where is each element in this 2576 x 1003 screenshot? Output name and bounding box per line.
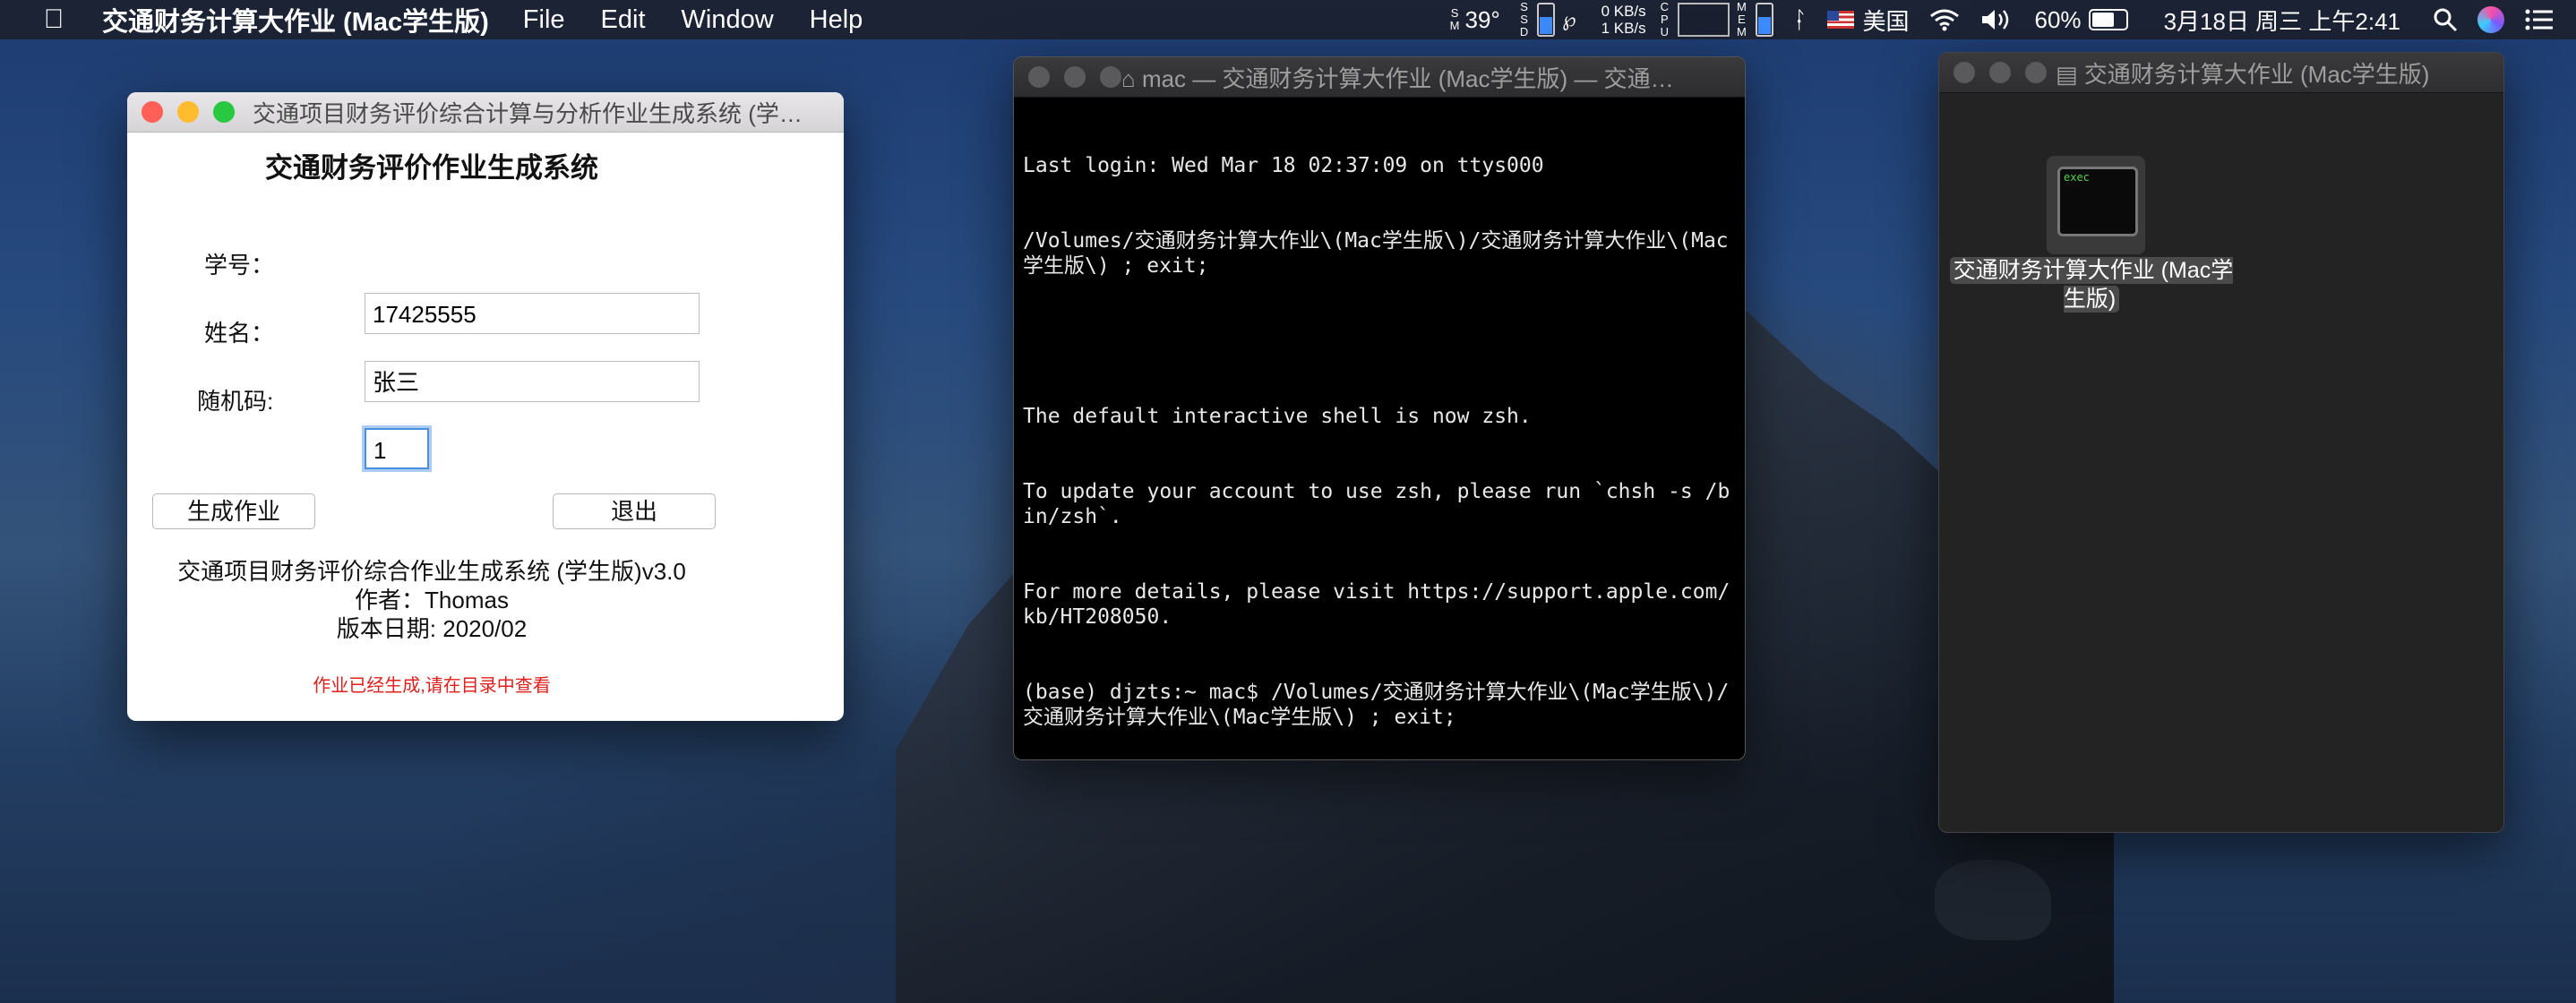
notification-center-icon[interactable] <box>2524 8 2555 31</box>
wallpaper-rock <box>1935 860 2051 940</box>
terminal-title-text: mac — 交通财务计算大作业 (Mac学生版) — 交通… <box>1141 64 1674 92</box>
disk-usage-bar <box>1537 3 1556 37</box>
finder-minimize-button[interactable] <box>1989 62 2011 83</box>
battery-status[interactable]: 60% <box>2035 6 2128 34</box>
menu-file[interactable]: File <box>523 5 565 35</box>
sensor-icon: SM <box>1449 6 1460 32</box>
app-window-title: 交通项目财务评价综合计算与分析作业生成系统 (学… <box>253 99 803 127</box>
volume-icon[interactable] <box>1979 7 2015 32</box>
sensor-status[interactable]: SM 39° <box>1450 6 1500 34</box>
cpu-label: CPU <box>1660 0 1670 39</box>
clock[interactable]: 3月18日 周三 上午2:41 <box>2164 4 2400 37</box>
minimize-button[interactable] <box>177 101 199 123</box>
bluetooth-icon[interactable]: ᛛ <box>1793 6 1807 34</box>
exec-file-label[interactable]: 交通财务计算大作业 (Mac学生版) <box>1948 256 2235 313</box>
input-source-label: 美国 <box>1862 7 1910 35</box>
temperature-readout: 39° <box>1464 5 1500 33</box>
disk-icon: ▤ <box>2056 60 2084 88</box>
battery-percent: 60% <box>2034 5 2082 33</box>
generate-button[interactable]: 生成作业 <box>152 493 315 529</box>
home-icon: ⌂ <box>1121 64 1142 92</box>
terminal-line: /Volumes/交通财务计算大作业\(Mac学生版\)/交通财务计算大作业\(… <box>1023 229 1729 278</box>
terminal-zoom-button[interactable] <box>1100 66 1121 88</box>
random-code-label: 随机码: <box>197 388 274 415</box>
app-heading: 交通财务评价作业生成系统 <box>265 152 598 184</box>
zoom-button[interactable] <box>213 101 235 123</box>
status-message: 作业已经生成,请在目录中查看 <box>313 676 551 696</box>
info-date: 版本日期: 2020/02 <box>336 615 528 642</box>
exec-file-icon: exec <box>2057 167 2138 236</box>
input-source[interactable]: 美国 <box>1826 4 1910 37</box>
terminal-title: ⌂ mac — 交通财务计算大作业 (Mac学生版) — 交通… <box>1121 61 1736 94</box>
network-speed[interactable]: 0 KB/s 1 KB/s CPU MEM <box>1601 1 1773 39</box>
exec-file-item[interactable]: exec <box>2047 156 2145 254</box>
terminal-line: (base) djzts:~ mac$ /Volumes/交通财务计算大作业\(… <box>1023 681 1730 729</box>
memory-bar <box>1755 3 1773 37</box>
name-field[interactable]: 张三 <box>365 361 700 402</box>
terminal-line: Last login: Wed Mar 18 02:37:09 on ttys0… <box>1023 154 1544 177</box>
cpu-graph <box>1678 3 1730 37</box>
terminal-line: The default interactive shell is now zsh… <box>1023 405 1532 428</box>
exec-icon-text: exec <box>2064 171 2090 184</box>
menu-help[interactable]: Help <box>810 5 863 35</box>
name-label: 姓名： <box>204 320 275 347</box>
exit-button[interactable]: 退出 <box>553 493 716 529</box>
terminal-minimize-button[interactable] <box>1064 66 1086 88</box>
menu-edit[interactable]: Edit <box>601 5 646 35</box>
terminal-window: ⌂ mac — 交通财务计算大作业 (Mac学生版) — 交通… Last lo… <box>1013 56 1746 760</box>
spotlight-search-icon[interactable] <box>2433 7 2458 32</box>
finder-titlebar[interactable]: ▤ 交通财务计算大作业 (Mac学生版) <box>1939 53 2503 93</box>
app-titlebar[interactable]: 交通项目财务评价综合计算与分析作业生成系统 (学… <box>127 92 844 133</box>
finder-title-text: 交通财务计算大作业 (Mac学生版) <box>2083 60 2430 88</box>
menu-bar:  交通财务计算大作业 (Mac学生版) File Edit Window He… <box>0 0 2576 39</box>
siri-icon[interactable] <box>2477 6 2504 33</box>
random-code-field[interactable]: 1 <box>365 428 429 469</box>
mem-label: MEM <box>1737 0 1747 39</box>
menu-app-name[interactable]: 交通财务计算大作业 (Mac学生版) <box>102 1 489 39</box>
finder-zoom-button[interactable] <box>2025 62 2047 83</box>
exec-file-name: 交通财务计算大作业 (Mac学生版) <box>1949 257 2234 313</box>
info-title: 交通项目财务评价综合作业生成系统 (学生版)v3.0 <box>177 558 686 585</box>
us-flag-icon <box>1826 11 1854 29</box>
sleep-icon: ℘ <box>1562 8 1576 30</box>
terminal-close-button[interactable] <box>1028 66 1050 88</box>
close-button[interactable] <box>142 101 163 123</box>
battery-icon <box>2088 9 2128 30</box>
wifi-icon[interactable] <box>1929 8 1960 31</box>
homework-generator-window: 交通项目财务评价综合计算与分析作业生成系统 (学… 交通财务评价作业生成系统 学… <box>127 92 844 721</box>
version-info: 交通项目财务评价综合作业生成系统 (学生版)v3.0 作者：Thomas 版本日… <box>127 557 736 643</box>
terminal-titlebar[interactable]: ⌂ mac — 交通财务计算大作业 (Mac学生版) — 交通… <box>1014 57 1745 98</box>
ssd-icon: SSD <box>1519 0 1529 39</box>
student-id-label: 学号： <box>204 252 275 279</box>
finder-title: ▤ 交通财务计算大作业 (Mac学生版) <box>2056 56 2494 90</box>
net-up: 0 KB/s <box>1601 3 1646 20</box>
menu-window[interactable]: Window <box>682 5 774 35</box>
apple-menu-icon[interactable]:  <box>36 4 72 35</box>
student-id-field[interactable]: 17425555 <box>365 293 700 334</box>
net-down: 1 KB/s <box>1601 20 1646 37</box>
finder-window: ▤ 交通财务计算大作业 (Mac学生版) exec 交通财务计算大作业 (Mac… <box>1938 52 2504 833</box>
disk-status[interactable]: SSD ℘ <box>1520 1 1582 39</box>
finder-close-button[interactable] <box>1953 62 1975 83</box>
info-author: 作者：Thomas <box>355 587 509 613</box>
terminal-output[interactable]: Last login: Wed Mar 18 02:37:09 on ttys0… <box>1014 98 1745 759</box>
terminal-line: To update your account to use zsh, pleas… <box>1023 480 1730 528</box>
terminal-line: For more details, please visit https://s… <box>1023 580 1730 629</box>
